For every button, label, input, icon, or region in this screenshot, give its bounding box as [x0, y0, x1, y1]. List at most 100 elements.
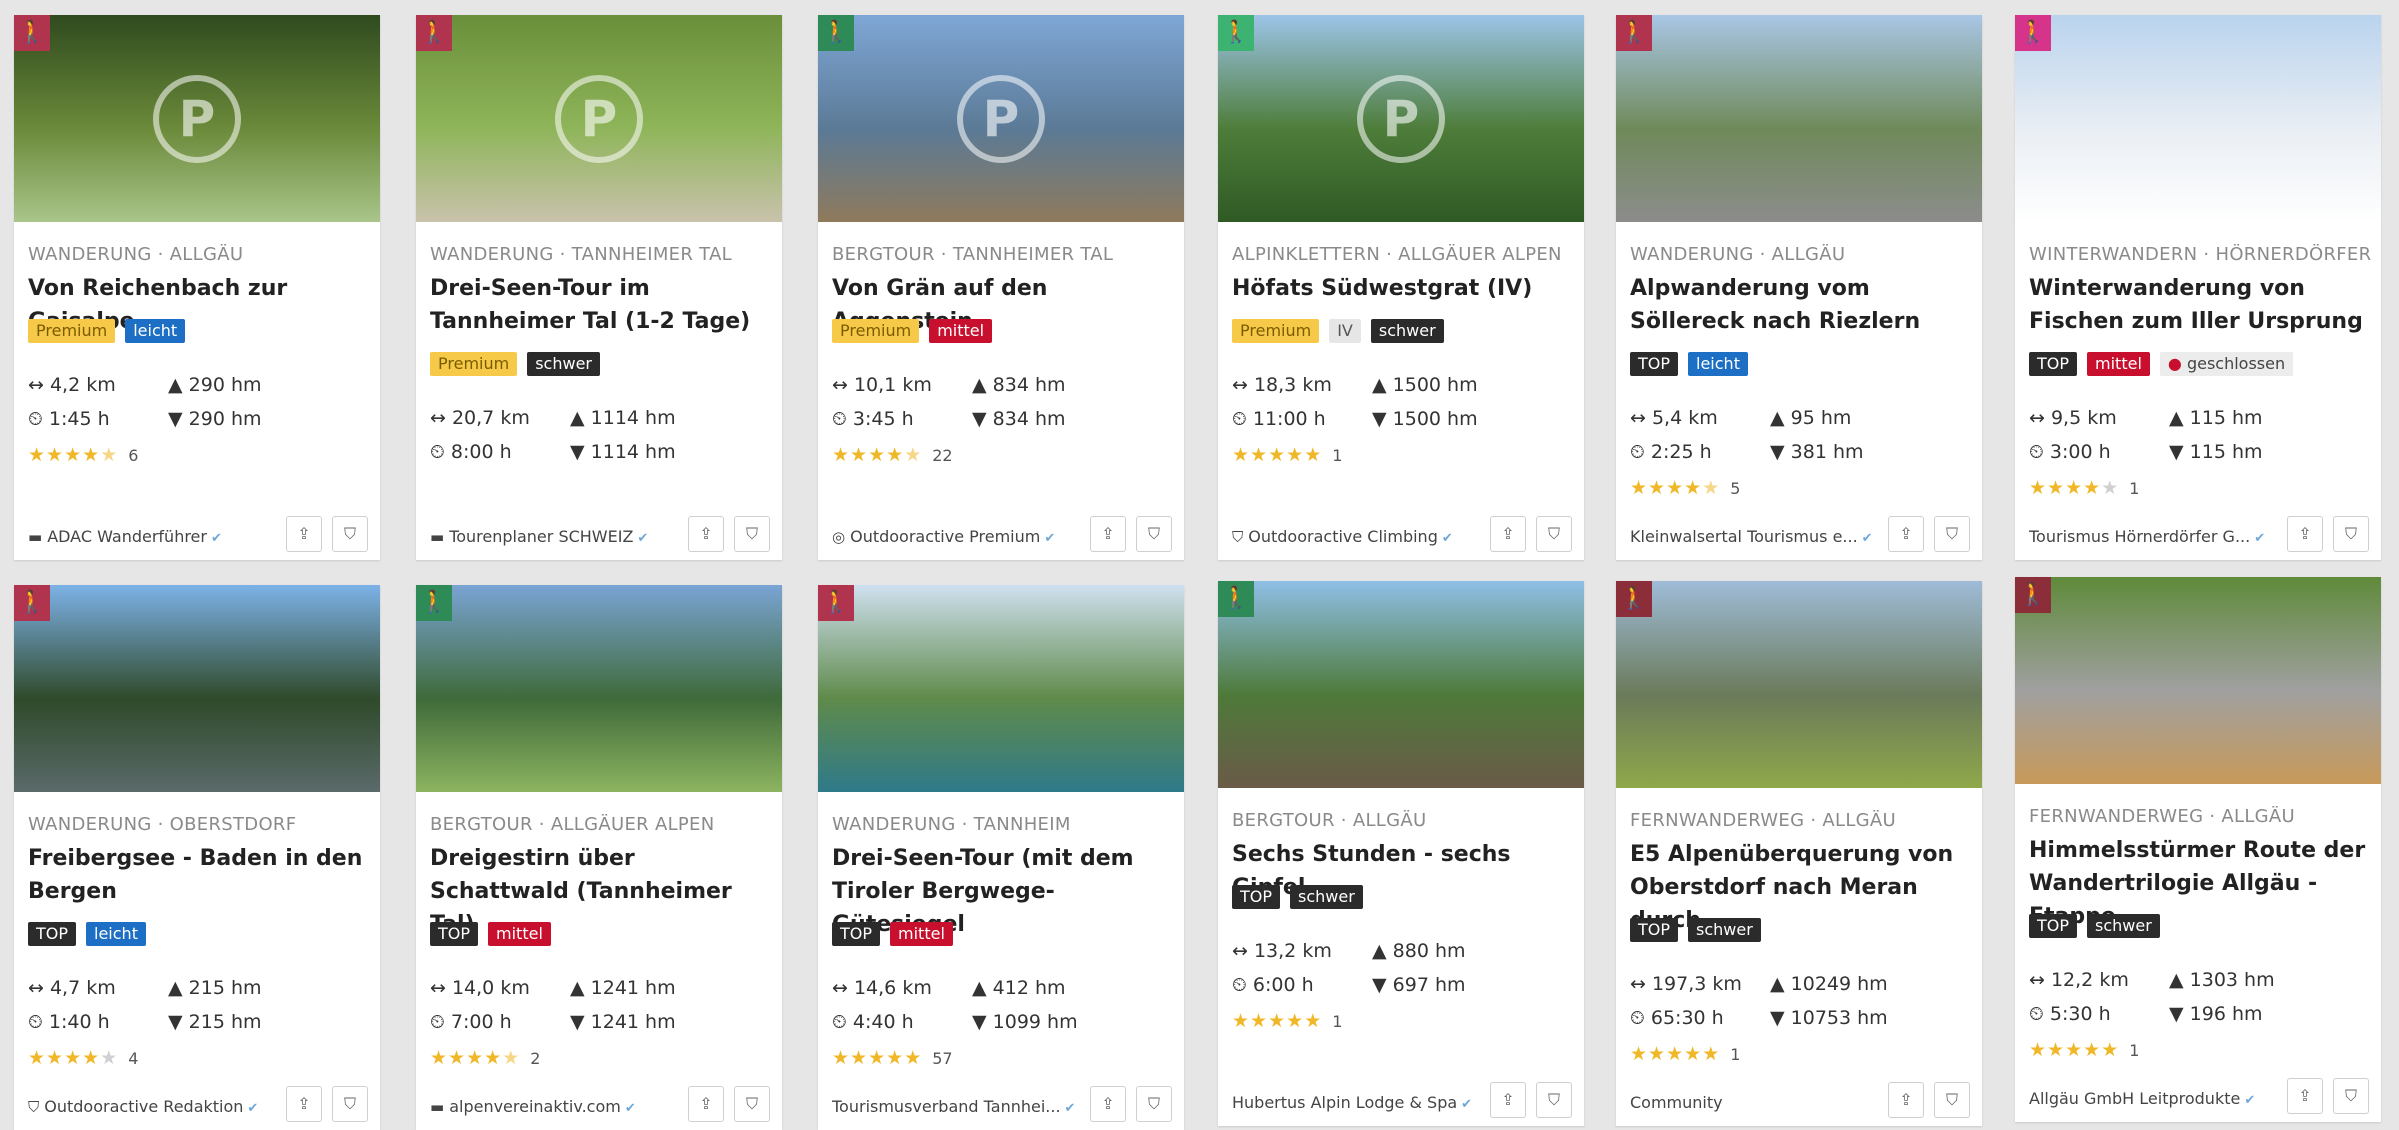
tour-image[interactable]: 🚶 P	[818, 15, 1184, 222]
author-text: Hubertus Alpin Lodge & Spa	[1232, 1093, 1458, 1112]
tour-card[interactable]: 🚶 WANDERUNG · ALLGÄU Alpwanderung vom Söll…	[1616, 15, 1982, 560]
star-icon: ★	[2029, 1039, 2048, 1061]
tour-image[interactable]: 🚶	[1218, 581, 1584, 788]
share-button[interactable]: ⇪	[286, 516, 322, 552]
tour-image[interactable]: 🚶	[818, 585, 1184, 792]
author-name[interactable]: ◎ Outdooractive Premium ✔	[832, 527, 1055, 546]
tour-image[interactable]: 🚶	[2015, 577, 2381, 784]
verified-icon: ✔	[624, 1101, 636, 1116]
bookmark-button[interactable]: ⛉	[1136, 1086, 1172, 1122]
tour-image[interactable]: 🚶	[1616, 15, 1982, 222]
share-button[interactable]: ⇪	[2287, 516, 2323, 552]
author-name[interactable]: ▬ Tourenplaner SCHWEIZ ✔	[430, 527, 648, 546]
tour-card[interactable]: 🚶 FERNWANDERWEG · ALLGÄU E5 Alpenüberqueru…	[1616, 581, 1982, 1126]
star-icon: ★	[100, 1047, 119, 1069]
share-button[interactable]: ⇪	[2287, 1078, 2323, 1114]
share-button[interactable]: ⇪	[688, 516, 724, 552]
share-button[interactable]: ⇪	[1490, 1082, 1526, 1118]
star-icon: ★	[2101, 1039, 2120, 1061]
rating-stars: ★★★★★ 1	[1232, 444, 1342, 466]
tour-card[interactable]: 🚶 BERGTOUR · ALLGÄU Sechs Stunden - sechs …	[1218, 581, 1584, 1126]
share-button[interactable]: ⇪	[1888, 516, 1924, 552]
tag-label: geschlossen	[2186, 354, 2286, 373]
bookmark-button[interactable]: ⛉	[1934, 1082, 1970, 1118]
author-name[interactable]: ⛉ Outdooractive Climbing ✔	[1232, 527, 1453, 546]
premium-watermark-icon: P	[153, 74, 241, 163]
tour-image[interactable]: 🚶	[2015, 15, 2381, 222]
tour-category: WANDERUNG · ALLGÄU	[28, 244, 244, 265]
share-button[interactable]: ⇪	[1090, 1086, 1126, 1122]
author-name[interactable]: Community	[1630, 1093, 1723, 1112]
tag-mittel: mittel	[2087, 352, 2150, 376]
tour-title[interactable]: Höfats Südwestgrat (IV)	[1232, 272, 1570, 305]
author-name[interactable]: ▬ ADAC Wanderführer ✔	[28, 527, 222, 546]
star-icon: ★	[100, 444, 119, 466]
author-text: Tourismusverband Tannhei...	[832, 1097, 1061, 1116]
author-name[interactable]: Tourismusverband Tannhei... ✔	[832, 1097, 1075, 1116]
tour-image[interactable]: 🚶	[14, 585, 380, 792]
star-icon: ★	[1666, 477, 1685, 499]
bookmark-button[interactable]: ⛉	[2333, 516, 2369, 552]
bookmark-button[interactable]: ⛉	[734, 516, 770, 552]
author-text: Outdooractive Premium	[850, 527, 1041, 546]
tour-card[interactable]: 🚶 P BERGTOUR · TANNHEIMER TAL Von Grän auf …	[818, 15, 1184, 560]
distance-value: ↔ 197,3 km	[1630, 973, 1742, 995]
tour-stats: ↔ 9,5 km ▲ 115 hm ⏲ 3:00 h ▼ 115 hm	[2029, 407, 2329, 467]
bookmark-button[interactable]: ⛉	[1136, 516, 1172, 552]
star-icon: ★	[82, 1047, 101, 1069]
bookmark-button[interactable]: ⛉	[332, 516, 368, 552]
ascent-text: 10249 hm	[1790, 973, 1888, 995]
bookmark-button[interactable]: ⛉	[1536, 1082, 1572, 1118]
verified-icon: ✔	[1441, 531, 1453, 546]
star-icon: ★	[2101, 477, 2120, 499]
tour-category: FERNWANDERWEG · ALLGÄU	[2029, 806, 2295, 827]
share-button[interactable]: ⇪	[286, 1086, 322, 1122]
rating-count: 4	[128, 1049, 139, 1068]
tour-card[interactable]: 🚶 FERNWANDERWEG · ALLGÄU Himmelsstürmer Ro…	[2015, 577, 2381, 1122]
tour-info: WANDERUNG · TANNHEIM Drei-Seen-Tour (mit …	[818, 792, 1184, 1130]
author-name[interactable]: Kleinwalsertal Tourismus e... ✔	[1630, 527, 1873, 546]
duration-value: ⏲ 11:00 h	[1232, 408, 1326, 430]
share-button[interactable]: ⇪	[688, 1086, 724, 1122]
author-name[interactable]: Hubertus Alpin Lodge & Spa ✔	[1232, 1093, 1472, 1112]
tour-image[interactable]: 🚶 P	[14, 15, 380, 222]
author-name[interactable]: Tourismus Hörnerdörfer G... ✔	[2029, 527, 2265, 546]
star-icon: ★	[1630, 1043, 1649, 1065]
bookmark-button[interactable]: ⛉	[2333, 1078, 2369, 1114]
share-button[interactable]: ⇪	[1490, 516, 1526, 552]
author-name[interactable]: ▬ alpenvereinaktiv.com ✔	[430, 1097, 636, 1116]
descent-value: ▼ 381 hm	[1770, 441, 1864, 463]
tour-card[interactable]: 🚶 P WANDERUNG · TANNHEIMER TAL Drei-Seen-To…	[416, 15, 782, 560]
author-name[interactable]: ⛉ Outdooractive Redaktion ✔	[28, 1097, 258, 1116]
duration-text: 11:00 h	[1252, 408, 1326, 430]
bookmark-button[interactable]: ⛉	[1536, 516, 1572, 552]
tour-title[interactable]: Alpwanderung vom Söllereck nach Riezlern	[1630, 272, 1968, 338]
tour-card[interactable]: 🚶 WINTERWANDERN · HÖRNERDÖRFER Winterwande…	[2015, 15, 2381, 560]
distance-value: ↔ 20,7 km	[430, 407, 530, 429]
tour-title[interactable]: Freibergsee - Baden in den Bergen	[28, 842, 366, 908]
tour-title[interactable]: Drei-Seen-Tour im Tannheimer Tal (1-2 Ta…	[430, 272, 768, 338]
tour-card[interactable]: 🚶 P ALPINKLETTERN · ALLGÄUER ALPEN Höfats S…	[1218, 15, 1584, 560]
share-button[interactable]: ⇪	[1888, 1082, 1924, 1118]
tour-card[interactable]: 🚶 P WANDERUNG · ALLGÄU Von Reichenbach zur …	[14, 15, 380, 560]
tour-stats: ↔ 10,1 km ▲ 834 hm ⏲ 3:45 h ▼ 834 hm	[832, 374, 1132, 434]
distance-text: 4,2 km	[49, 374, 116, 396]
tag-leicht: leicht	[125, 319, 186, 343]
tour-image[interactable]: 🚶	[416, 585, 782, 792]
tour-card[interactable]: 🚶 WANDERUNG · TANNHEIM Drei-Seen-Tour (mit…	[818, 585, 1184, 1130]
duration-value: ⏲ 4:40 h	[832, 1011, 914, 1033]
star-icon: ★	[1268, 444, 1287, 466]
hiker-icon: 🚶	[2015, 577, 2051, 613]
author-name[interactable]: Allgäu GmbH Leitprodukte ✔	[2029, 1089, 2255, 1108]
tour-card[interactable]: 🚶 WANDERUNG · OBERSTDORF Freibergsee - Bad…	[14, 585, 380, 1130]
bookmark-button[interactable]: ⛉	[734, 1086, 770, 1122]
tour-card[interactable]: 🚶 BERGTOUR · ALLGÄUER ALPEN Dreigestirn üb…	[416, 585, 782, 1130]
bookmark-button[interactable]: ⛉	[332, 1086, 368, 1122]
tour-image[interactable]: 🚶 P	[416, 15, 782, 222]
tour-image[interactable]: 🚶	[1616, 581, 1982, 788]
share-button[interactable]: ⇪	[1090, 516, 1126, 552]
tour-image[interactable]: 🚶 P	[1218, 15, 1584, 222]
descent-text: 1099 hm	[992, 1011, 1078, 1033]
bookmark-button[interactable]: ⛉	[1934, 516, 1970, 552]
tour-title[interactable]: Winterwanderung von Fischen zum Iller Ur…	[2029, 272, 2367, 338]
